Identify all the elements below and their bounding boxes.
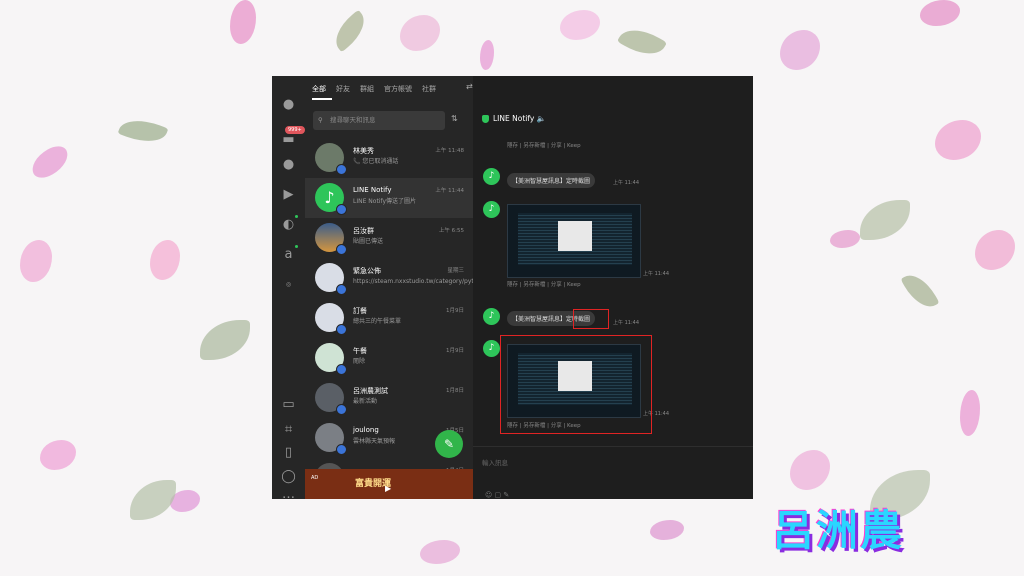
openchat-icon[interactable]: a (280, 246, 297, 263)
add-user-icon[interactable]: ◯ (280, 468, 297, 485)
chat-room: LINE Notify 🔈 隱存 | 另存新檔 | 分享 | Keep ♪ 【美… (473, 76, 753, 499)
unread-badge: 999+ (285, 126, 305, 134)
sort-icon[interactable]: ⇅ (451, 114, 458, 123)
chat-item[interactable]: 呂汝群 貼圖已傳送 上午 6:55 (305, 218, 473, 258)
emoji-icon[interactable]: ☺ ▢ ✎ (485, 491, 509, 499)
play-icon: ▶ (385, 484, 392, 493)
highlight-box (500, 335, 652, 434)
tab-official[interactable]: 官方帳號 (384, 84, 418, 100)
ad-banner[interactable]: AD 富貴開運 ▶ (305, 469, 473, 499)
line-icon[interactable]: ◎ (280, 276, 297, 293)
chat-item[interactable]: 呂洲農測試 最新活動 1月8日 (305, 378, 473, 418)
chat-item[interactable]: 緊急公佈 https://steam.nxxstudio.tw/category… (305, 258, 520, 298)
bell-icon: ♪ (483, 340, 500, 357)
chat-list-panel: 全部 好友 群組 官方帳號 社群 ⇄ ⚲ 搜尋聊天和訊息 ⇅ 林美秀 📞 您已取… (305, 76, 520, 499)
tab-all[interactable]: 全部 (312, 84, 332, 100)
tab-groups[interactable]: 群組 (360, 84, 380, 100)
bell-icon: ♪ (483, 201, 500, 218)
chat-item[interactable]: 午餐 閱除 1月9日 (305, 338, 473, 378)
highlight-box (573, 309, 609, 329)
message-input[interactable]: 輸入訊息 ☺ ▢ ✎ (473, 446, 753, 499)
chat-title: LINE Notify 🔈 (482, 114, 546, 123)
wallet-icon[interactable]: ◐ (280, 216, 297, 233)
line-app-window: ● ▬ 999+ ● ▶ ◐ a ◎ ▭ ⌗ ▯ ◯ … 全部 好友 群組 官方… (272, 76, 753, 499)
voom-icon[interactable]: ▶ (280, 186, 297, 203)
left-rail: ● ▬ 999+ ● ▶ ◐ a ◎ ▭ ⌗ ▯ ◯ … (272, 76, 305, 499)
chat-item[interactable]: 林美秀 📞 您已取消通話 上午 11:48 (305, 138, 473, 178)
verified-shield-icon (482, 115, 489, 123)
crop-icon[interactable]: ⌗ (280, 421, 297, 438)
bookmark-icon[interactable]: ▯ (280, 444, 297, 461)
message-bubble[interactable]: 【美洲智慧屋訊息】定時截圖 (507, 173, 596, 188)
friends-icon[interactable]: ● (280, 96, 297, 113)
bell-icon: ♪ (483, 168, 500, 185)
video-icon[interactable]: ▭ (280, 396, 297, 413)
tab-friends[interactable]: 好友 (336, 84, 356, 100)
filter-icon[interactable]: ⇄ (466, 82, 473, 91)
watermark-text: 呂洲農 (772, 506, 905, 555)
add-friend-icon[interactable]: ● (280, 156, 297, 173)
bell-icon: ♪ (483, 308, 500, 325)
new-chat-button[interactable]: ✎ (435, 430, 463, 458)
chat-item[interactable]: 訂餐 總共三的午餐菜單 1月9日 (305, 298, 473, 338)
search-input[interactable]: ⚲ 搜尋聊天和訊息 (313, 111, 445, 130)
more-icon[interactable]: … (280, 486, 297, 499)
search-icon: ⚲ (318, 116, 323, 124)
screenshot-image[interactable] (507, 204, 641, 278)
tab-community[interactable]: 社群 (422, 84, 442, 100)
chat-item-selected[interactable]: ♪ LINE Notify LINE Notify傳送了圖片 上午 11:44 (305, 178, 473, 218)
